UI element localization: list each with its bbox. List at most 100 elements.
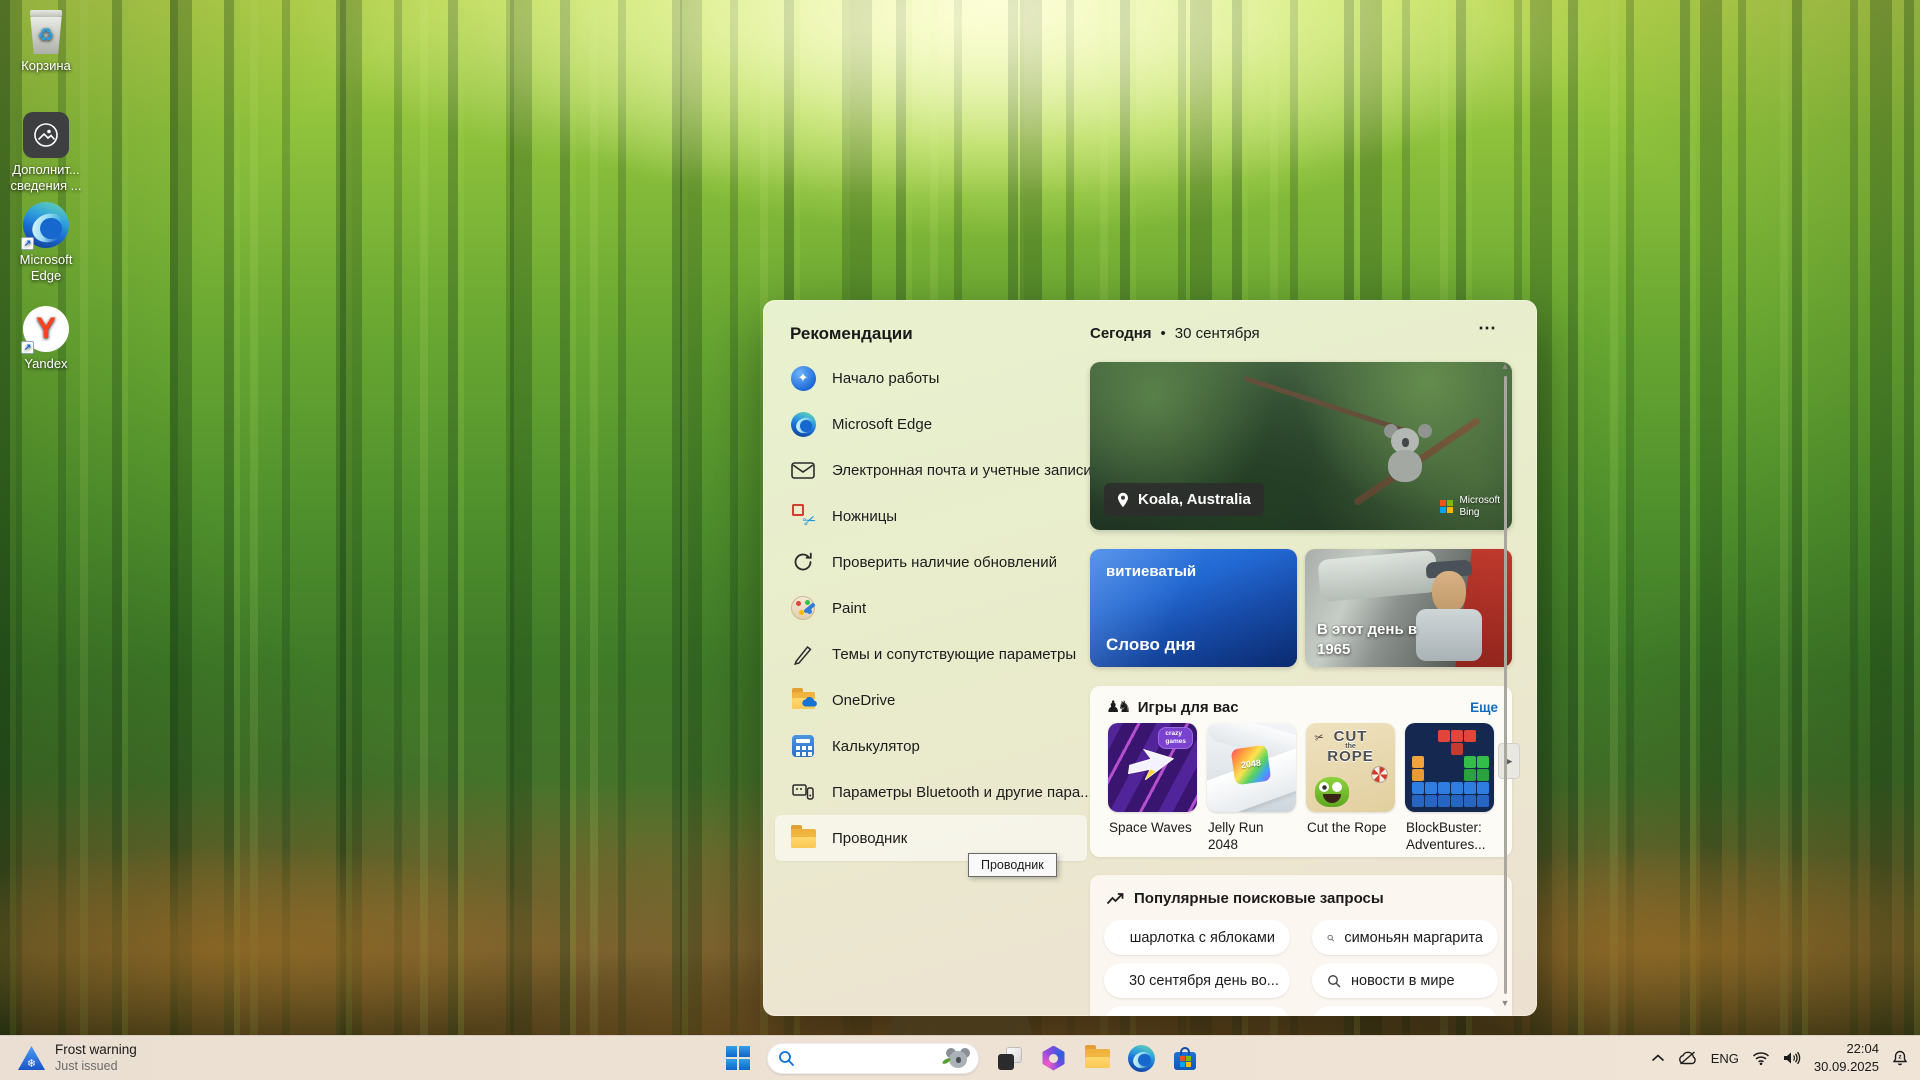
candy-decor: [1371, 766, 1388, 783]
tooltip: Проводник: [968, 853, 1057, 877]
game-title: Space Waves: [1108, 820, 1197, 837]
games-more-link[interactable]: Еще: [1470, 700, 1498, 715]
notifications-button[interactable]: z: [1892, 1050, 1908, 1066]
rec-item-label: OneDrive: [832, 692, 895, 709]
search-icon: [778, 1050, 795, 1067]
cockpit-decor: [1317, 550, 1438, 602]
wifi-button[interactable]: [1752, 1051, 1770, 1066]
onedrive-icon: [790, 687, 816, 713]
start-button[interactable]: [726, 1046, 750, 1070]
hidden-icons-chevron[interactable]: [1651, 1054, 1665, 1062]
edge-button[interactable]: [1128, 1045, 1155, 1072]
desktop-icon-yandex[interactable]: Y ↗ Yandex: [0, 306, 92, 372]
language-indicator[interactable]: ENG: [1711, 1051, 1739, 1066]
rec-item-snipping-tool[interactable]: ✂ Ножницы: [775, 493, 1087, 539]
widgets-column: Сегодня • 30 сентября ⋯ Koala, Australia…: [1090, 300, 1515, 1016]
search-chip[interactable]: похороны тиграна: [1312, 1006, 1498, 1016]
rec-item-onedrive[interactable]: OneDrive: [775, 677, 1087, 723]
task-view-button[interactable]: [996, 1045, 1023, 1072]
widgets-scrollbar[interactable]: ▲ ▼: [1498, 362, 1512, 1008]
puppet-body: [1416, 609, 1482, 661]
tray-date: 30.09.2025: [1814, 1058, 1879, 1076]
desktop-icon-label: Дополнит...: [0, 162, 92, 178]
jelly-cube: 2048: [1231, 745, 1272, 786]
game-title-line: Adventures...: [1406, 837, 1494, 854]
today-date: 30 сентября: [1175, 325, 1260, 342]
rec-item-label: Параметры Bluetooth и другие пара...: [832, 784, 1093, 801]
games-card: ♟♞ Игры для вас Еще crazy games Space Wa…: [1090, 686, 1512, 857]
rec-item-calculator[interactable]: Калькулятор: [775, 723, 1087, 769]
rec-item-paint[interactable]: Paint: [775, 585, 1087, 631]
rec-item-label: Microsoft Edge: [832, 416, 932, 433]
widgets-button[interactable]: ❄ Frost warning Just issued: [18, 1036, 137, 1080]
search-chip[interactable]: шарлотка с яблоками: [1104, 920, 1290, 955]
more-options-icon[interactable]: ⋯: [1478, 318, 1497, 339]
clock[interactable]: 22:04 30.09.2025: [1814, 1040, 1879, 1075]
search-chips: шарлотка с яблоками симоньян маргарита 3…: [1090, 920, 1512, 1016]
desktop-icon-info[interactable]: Дополнит... сведения ...: [0, 112, 92, 195]
puppet-head: [1432, 571, 1466, 613]
game-thumbnail: [1405, 723, 1494, 812]
desktop-icon-label: Корзина: [0, 58, 92, 74]
taskbar-search-box[interactable]: [767, 1043, 979, 1074]
rec-item-check-updates[interactable]: Проверить наличие обновлений: [775, 539, 1087, 585]
search-chip[interactable]: pubg mobile: [1104, 1006, 1290, 1016]
svg-text:z: z: [1898, 1054, 1902, 1061]
rec-item-get-started[interactable]: ✦ Начало работы: [775, 355, 1087, 401]
location-label: Koala, Australia: [1138, 491, 1251, 508]
file-explorer-icon: [790, 825, 816, 851]
desktop-icon-recycle-bin[interactable]: ♻ Корзина: [0, 8, 92, 74]
rec-item-themes[interactable]: Темы и сопутствующие параметры: [775, 631, 1087, 677]
trending-title: Популярные поисковые запросы: [1134, 890, 1384, 907]
widget-subtitle: Just issued: [55, 1059, 137, 1075]
volume-button[interactable]: [1783, 1051, 1801, 1065]
search-chip[interactable]: новости в мире: [1312, 963, 1498, 998]
microsoft-365-button[interactable]: [1040, 1045, 1067, 1072]
this-day-card[interactable]: В этот день в 1965: [1305, 549, 1512, 667]
scrollbar-track[interactable]: [1504, 376, 1507, 994]
word-of-day: витиеватый: [1106, 563, 1196, 580]
today-header: Сегодня • 30 сентября: [1090, 325, 1260, 342]
get-started-icon: ✦: [790, 365, 816, 391]
edge-icon: [790, 411, 816, 437]
game-tiles-row: crazy games Space Waves 2048 Jelly Run 2…: [1108, 723, 1494, 854]
file-explorer-button[interactable]: [1084, 1045, 1111, 1072]
photo-icon: [23, 112, 69, 158]
game-thumbnail: crazy games: [1108, 723, 1197, 812]
rec-item-label: Paint: [832, 600, 866, 617]
game-thumbnail: ✂ CUT the ROPE: [1306, 723, 1395, 812]
scroll-up-icon[interactable]: ▲: [1501, 362, 1510, 371]
search-chip[interactable]: симоньян маргарита: [1312, 920, 1498, 955]
devices-icon: [790, 779, 816, 805]
calculator-icon: [790, 733, 816, 759]
this-day-label: В этот день в 1965: [1317, 620, 1417, 659]
tray-time: 22:04: [1814, 1040, 1879, 1058]
desktop-icon-edge[interactable]: ↗ Microsoft Edge: [0, 202, 92, 285]
rec-item-mail[interactable]: Электронная почта и учетные записи: [775, 447, 1087, 493]
desktop-icon-label: Edge: [0, 268, 92, 284]
desktop-icon-label: Yandex: [0, 356, 92, 372]
game-tile-cut-the-rope[interactable]: ✂ CUT the ROPE Cut the Rope: [1306, 723, 1395, 854]
bell-sleep-icon: z: [1892, 1050, 1908, 1066]
edge-icon: ↗: [23, 202, 69, 248]
hero-card-koala[interactable]: Koala, Australia Microsoft Bing: [1090, 362, 1512, 530]
scroll-down-icon[interactable]: ▼: [1501, 999, 1510, 1008]
chevron-up-icon: [1651, 1054, 1665, 1062]
word-of-day-card[interactable]: витиеватый Слово дня: [1090, 549, 1297, 667]
onedrive-tray-button[interactable]: [1678, 1051, 1698, 1065]
microsoft-store-button[interactable]: [1172, 1045, 1199, 1072]
rec-item-edge[interactable]: Microsoft Edge: [775, 401, 1087, 447]
recommendations-list: ✦ Начало работы Microsoft Edge Электронн…: [775, 355, 1087, 861]
game-tile-space-waves[interactable]: crazy games Space Waves: [1108, 723, 1197, 854]
rec-item-bluetooth-devices[interactable]: Параметры Bluetooth и другие пара...: [775, 769, 1087, 815]
paint-icon: [790, 595, 816, 621]
game-tile-jelly-run[interactable]: 2048 Jelly Run 2048: [1207, 723, 1296, 854]
badge-line: crazy: [1165, 730, 1186, 738]
wifi-icon: [1752, 1051, 1770, 1066]
microsoft-logo-icon: [1440, 500, 1453, 513]
search-chip[interactable]: 30 сентября день во...: [1104, 963, 1290, 998]
taskbar-center: [726, 1036, 1199, 1080]
rec-item-label: Проводник: [832, 830, 907, 847]
chip-label: новости в мире: [1351, 973, 1455, 989]
game-tile-blockbuster[interactable]: BlockBuster: Adventures...: [1405, 723, 1494, 854]
